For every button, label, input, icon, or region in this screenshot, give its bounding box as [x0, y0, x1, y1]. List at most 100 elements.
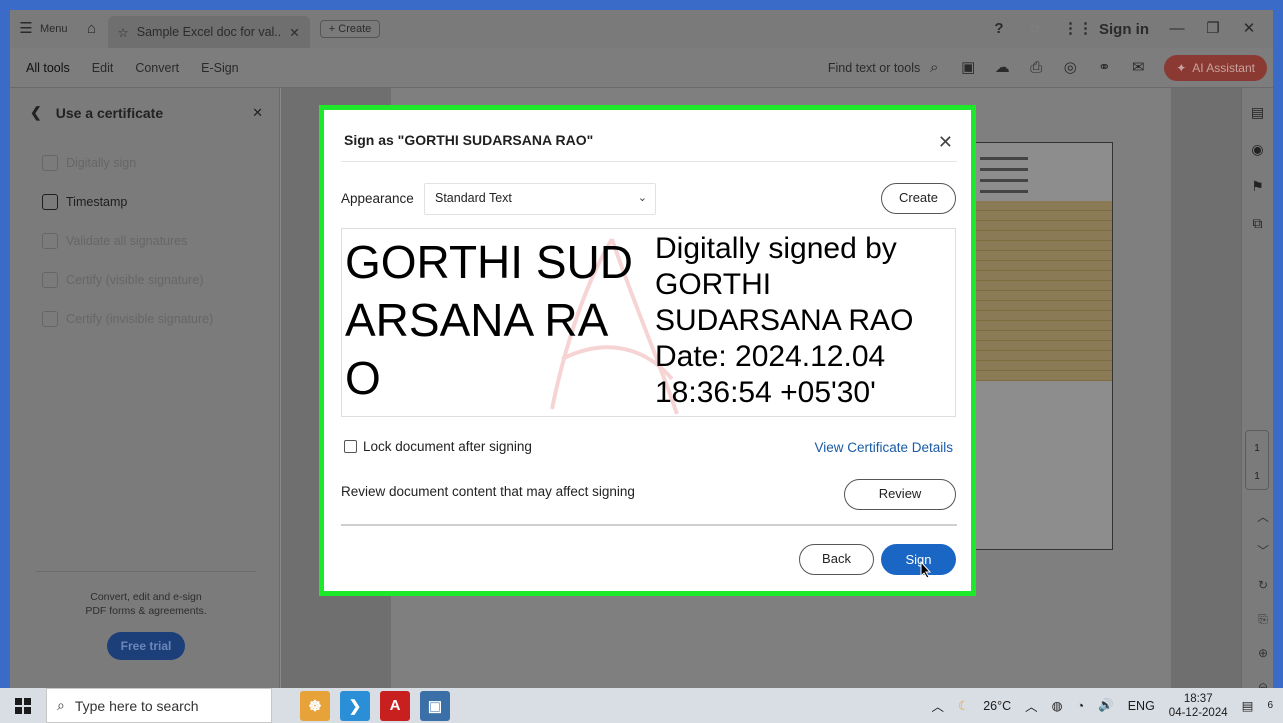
title-bar: ☰ Menu ⌂ ☆ Sample Excel doc for val.. ✕ … — [10, 10, 1273, 48]
acrobat-icon[interactable]: A — [380, 690, 410, 721]
back-chevron-icon[interactable]: ❮ — [30, 104, 42, 121]
language-indicator[interactable]: ENG — [1128, 699, 1155, 713]
date: 04-12-2024 — [1168, 706, 1228, 719]
search-icon: ⌕ — [930, 58, 939, 76]
sign-dialog: Sign as "GORTHI SUDARSANA RAO" ✕ Appeara… — [324, 110, 971, 591]
sign-in-link[interactable]: Sign in — [1099, 21, 1149, 38]
preview-line: Date: 2024.12.04 — [655, 340, 886, 373]
windows-start-icon[interactable] — [0, 688, 46, 723]
wifi-icon[interactable]: ◔ — [1077, 699, 1085, 713]
dialog-title: Sign as "GORTHI SUDARSANA RAO" — [344, 132, 594, 148]
promo-footer: Convert, edit and e-sign PDF forms & agr… — [36, 571, 256, 660]
app-icon[interactable]: ❯ — [340, 690, 370, 721]
page-current[interactable]: 1 — [1246, 435, 1268, 463]
find-label: Find text or tools — [827, 60, 921, 75]
tool-timestamp[interactable]: Timestamp — [42, 182, 279, 221]
scroll-up-icon[interactable]: ︿ — [1253, 500, 1273, 534]
apps-grid-icon[interactable]: ⋮⋮ — [1063, 21, 1093, 37]
link-icon[interactable]: ⚭ — [1096, 59, 1112, 76]
ai-assistant-button[interactable]: ✦ AI Assistant — [1164, 54, 1267, 81]
sign-icon — [42, 154, 58, 171]
create-tab-button[interactable]: + Create — [319, 20, 381, 38]
tray-up-icon[interactable]: ︿ — [1025, 696, 1038, 715]
taskbar: ⌕ Type here to search ☸ ❯ A ▣ ︿ ☾ 26°C ︿… — [0, 688, 1283, 723]
lock-label: Lock document after signing — [363, 439, 532, 454]
notification-icon[interactable]: ◌ — [1027, 21, 1043, 37]
lock-document-checkbox[interactable]: Lock document after signing — [344, 439, 532, 454]
restore-icon[interactable]: ❐ — [1205, 21, 1221, 37]
search-placeholder: Type here to search — [74, 697, 199, 714]
review-button[interactable]: Review — [844, 479, 956, 510]
document-table-thumbnail — [975, 142, 1113, 550]
menu-button[interactable]: ☰ Menu — [10, 10, 76, 48]
create-appearance-button[interactable]: Create — [881, 183, 956, 214]
left-panel: ❮ Use a certificate ✕ Digitally sign Tim… — [10, 88, 280, 688]
panel-close-icon[interactable]: ✕ — [252, 105, 263, 121]
document-tab[interactable]: ☆ Sample Excel doc for val.. ✕ — [107, 16, 310, 48]
mouse-cursor-icon — [920, 561, 932, 579]
minimize-icon[interactable]: — — [1169, 21, 1185, 37]
time: 18:37 — [1183, 692, 1213, 705]
zoom-in-icon[interactable]: ⊕ — [1253, 636, 1273, 670]
tab-title: Sample Excel doc for val.. — [136, 25, 282, 39]
tool-digitally-sign[interactable]: Digitally sign — [42, 143, 279, 182]
preview-details: Digitally signed by GORTHI SUDARSANA RAO… — [655, 231, 955, 411]
clock[interactable]: 18:37 04-12-2024 — [1169, 692, 1228, 720]
preview-name: GORTHI SUDARSANA RAO — [345, 236, 633, 404]
preview-line: Digitally signed by — [655, 232, 897, 265]
close-tab-icon[interactable]: ✕ — [289, 25, 299, 40]
timestamp-icon — [42, 193, 58, 210]
network-icon[interactable]: ◍ — [1052, 698, 1063, 713]
save-icon[interactable]: ▣ — [960, 59, 976, 76]
star-icon[interactable]: ☆ — [118, 25, 129, 40]
page-total: 1 — [1254, 471, 1260, 482]
search-icon: ⌕ — [57, 697, 65, 713]
menu-edit[interactable]: Edit — [92, 61, 114, 75]
search-doc-icon[interactable]: ◎ — [1062, 59, 1078, 76]
overflow-chevron-icon[interactable]: ︿ — [931, 696, 944, 715]
comments-icon[interactable]: ▤ — [1251, 104, 1264, 121]
mail-icon[interactable]: ✉ — [1130, 59, 1146, 76]
taskbar-search[interactable]: ⌕ Type here to search — [46, 688, 272, 723]
home-button[interactable]: ⌂ — [76, 10, 108, 48]
sign-button[interactable]: Sign — [881, 544, 956, 575]
scroll-down-icon[interactable]: ﹀ — [1253, 534, 1273, 568]
view-certificate-link[interactable]: View Certificate Details — [814, 440, 953, 455]
back-button[interactable]: Back — [799, 544, 874, 575]
tool-label: Certify (visible signature) — [66, 272, 204, 287]
find-tools[interactable]: Find text or tools ⌕ — [827, 58, 942, 76]
file-icon[interactable]: ⎘ — [1253, 602, 1273, 636]
tool-validate-signatures[interactable]: Validate all signatures — [42, 221, 279, 260]
appearance-select[interactable]: Standard Text ⌄ — [424, 183, 656, 215]
window-app-icon[interactable]: ▣ — [420, 690, 450, 721]
preview-line: SUDARSANA RAO — [655, 304, 914, 337]
menu-convert[interactable]: Convert — [135, 61, 179, 75]
tool-certify-invisible[interactable]: Certify (invisible signature) — [42, 299, 279, 338]
temperature[interactable]: 26°C — [983, 699, 1011, 713]
free-trial-button[interactable]: Free trial — [106, 632, 186, 660]
checkbox-icon[interactable] — [344, 440, 357, 453]
divider — [341, 524, 957, 526]
upload-cloud-icon[interactable]: ☁ — [994, 59, 1010, 76]
appearance-value: Standard Text — [435, 191, 512, 205]
menu-all-tools[interactable]: All tools — [26, 61, 70, 75]
dialog-close-icon[interactable]: ✕ — [938, 132, 953, 153]
preview-line: GORTHI — [655, 268, 772, 301]
pages-icon[interactable]: ⧉ — [1253, 215, 1263, 232]
print-icon[interactable]: ⎙ — [1028, 59, 1044, 76]
validate-icon — [42, 232, 58, 249]
menu-esign[interactable]: E-Sign — [201, 61, 239, 75]
volume-icon[interactable]: 🔊 — [1098, 698, 1114, 713]
close-window-icon[interactable]: ✕ — [1241, 21, 1257, 37]
hamburger-icon: ☰ — [19, 20, 33, 37]
stamp-icon[interactable]: ◉ — [1251, 141, 1263, 158]
help-icon[interactable]: ? — [991, 21, 1007, 37]
promo-text-1: Convert, edit and e-sign — [90, 591, 202, 603]
notification-center-icon[interactable]: ▤ — [1242, 698, 1254, 713]
preview-line: 18:36:54 +05'30' — [655, 376, 876, 409]
ai-icon: ✦ — [1176, 60, 1187, 75]
weather-widget-icon[interactable]: ☸ — [300, 690, 330, 721]
refresh-icon[interactable]: ↻ — [1253, 568, 1273, 602]
bookmark-icon[interactable]: ⚑ — [1251, 178, 1264, 195]
tool-certify-visible[interactable]: Certify (visible signature) — [42, 260, 279, 299]
